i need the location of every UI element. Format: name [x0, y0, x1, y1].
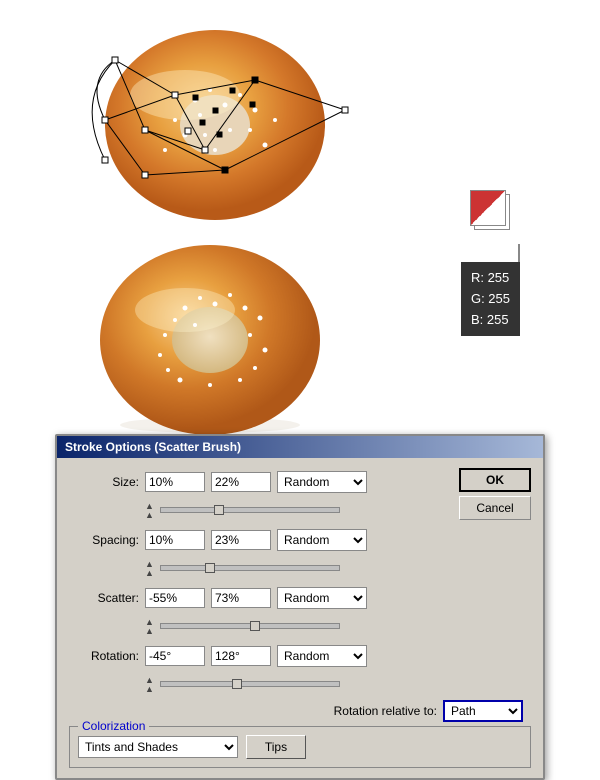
rotation-relative-dropdown[interactable]: Path Page: [443, 700, 523, 722]
dialog-title: Stroke Options (Scatter Brush): [57, 436, 543, 458]
rotation-max-input[interactable]: [211, 646, 271, 666]
spacing-label: Spacing:: [69, 533, 139, 547]
ok-button[interactable]: OK: [459, 468, 531, 492]
color-b: B: 255: [471, 310, 510, 331]
colorization-method-dropdown[interactable]: Tints and Shades None Tints Hue Shift: [78, 736, 238, 758]
spacing-arrow-pair: ▲ ▲: [145, 560, 154, 578]
size-label: Size:: [69, 475, 139, 489]
stroke-options-dialog: Stroke Options (Scatter Brush) OK Cancel…: [55, 434, 545, 780]
colorization-legend: Colorization: [78, 719, 149, 733]
spacing-down-arrow[interactable]: ▲: [145, 569, 154, 578]
scatter-arrow-pair: ▲ ▲: [145, 618, 154, 636]
rotation-row: Rotation: Random Fixed Pressure: [69, 642, 531, 670]
color-swatch-front: [470, 190, 506, 226]
scatter-slider-thumb[interactable]: [250, 621, 260, 631]
spacing-slider-row: ▲ ▲: [69, 558, 531, 578]
size-arrow-pair: ▲ ▲: [145, 502, 154, 520]
donut-bottom: [80, 230, 330, 440]
rotation-down-arrow[interactable]: ▲: [145, 685, 154, 694]
spacing-slider-thumb[interactable]: [205, 563, 215, 573]
scatter-slider-row: ▲ ▲: [69, 616, 531, 636]
scatter-row: Scatter: Random Fixed Pressure: [69, 584, 531, 612]
size-slider-thumb[interactable]: [214, 505, 224, 515]
tips-button[interactable]: Tips: [246, 735, 306, 759]
donut-top: [55, 20, 355, 220]
color-connector-line: [518, 244, 520, 262]
size-max-input[interactable]: [211, 472, 271, 492]
scatter-max-input[interactable]: [211, 588, 271, 608]
size-min-input[interactable]: [145, 472, 205, 492]
color-g: G: 255: [471, 289, 510, 310]
scatter-down-arrow[interactable]: ▲: [145, 627, 154, 636]
scatter-min-input[interactable]: [145, 588, 205, 608]
rotation-min-input[interactable]: [145, 646, 205, 666]
size-down-arrow[interactable]: ▲: [145, 511, 154, 520]
color-tooltip: R: 255 G: 255 B: 255: [461, 190, 520, 336]
cancel-button[interactable]: Cancel: [459, 496, 531, 520]
spacing-min-input[interactable]: [145, 530, 205, 550]
canvas-area: R: 255 G: 255 B: 255: [0, 0, 600, 460]
spacing-slider-track[interactable]: [160, 565, 340, 571]
scatter-slider-track[interactable]: [160, 623, 340, 629]
color-r: R: 255: [471, 268, 510, 289]
size-slider-track[interactable]: [160, 507, 340, 513]
donut-clean-svg: [80, 230, 340, 450]
colorization-group: Colorization Tints and Shades None Tints…: [69, 726, 531, 768]
rotation-label: Rotation:: [69, 649, 139, 663]
colorization-row: Tints and Shades None Tints Hue Shift Ti…: [78, 735, 522, 759]
rotation-slider-row: ▲ ▲: [69, 674, 531, 694]
color-swatch: [470, 190, 520, 240]
rotation-slider-track[interactable]: [160, 681, 340, 687]
spacing-row: Spacing: Random Fixed Pressure: [69, 526, 531, 554]
rotation-arrow-pair: ▲ ▲: [145, 676, 154, 694]
rotation-dropdown[interactable]: Random Fixed Pressure: [277, 645, 367, 667]
size-dropdown[interactable]: Random Fixed Pressure: [277, 471, 367, 493]
donut-path-svg: [55, 20, 375, 240]
scatter-dropdown[interactable]: Random Fixed Pressure: [277, 587, 367, 609]
scatter-label: Scatter:: [69, 591, 139, 605]
dialog-body: OK Cancel Size: Random Fixed Pressure ▲ …: [57, 458, 543, 778]
ok-cancel-buttons: OK Cancel: [459, 468, 531, 520]
rotation-relative-label: Rotation relative to:: [334, 704, 437, 718]
spacing-max-input[interactable]: [211, 530, 271, 550]
rotation-slider-thumb[interactable]: [232, 679, 242, 689]
color-info-box: R: 255 G: 255 B: 255: [461, 262, 520, 336]
spacing-dropdown[interactable]: Random Fixed Pressure: [277, 529, 367, 551]
